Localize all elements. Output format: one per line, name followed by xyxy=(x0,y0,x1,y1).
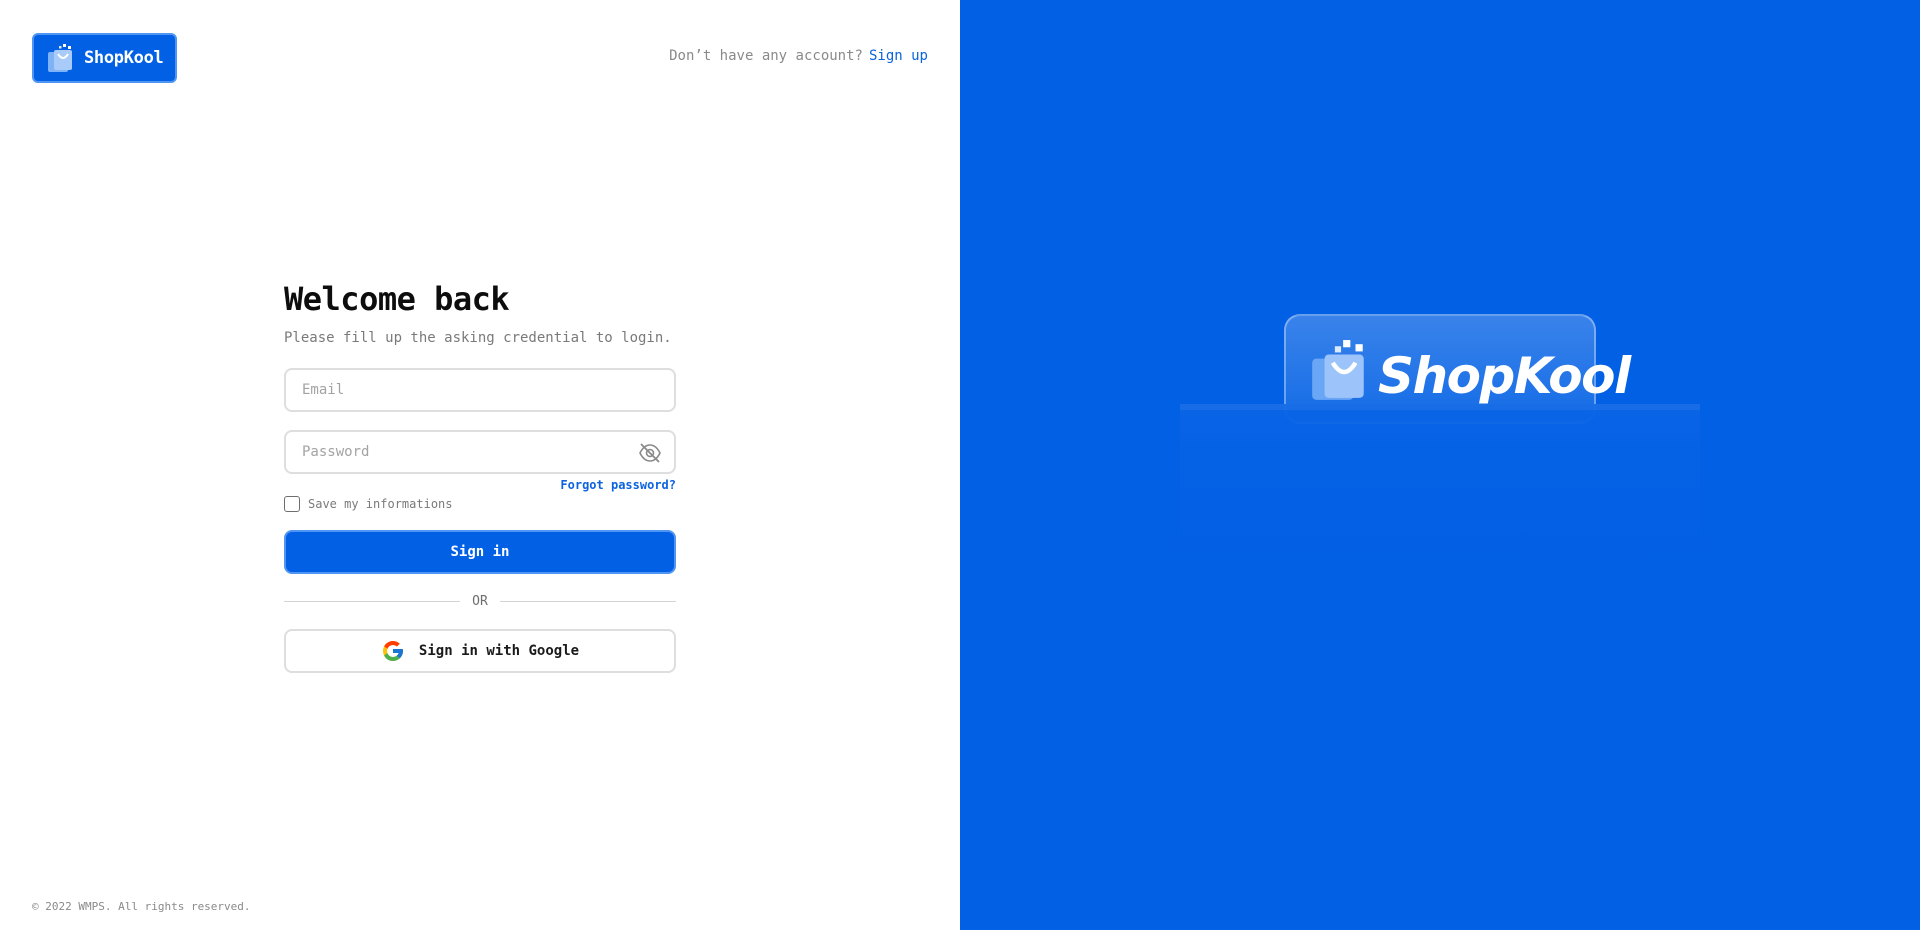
remember-label: Save my informations xyxy=(308,497,453,511)
hero-reflection-fade xyxy=(1180,404,1700,574)
hero-brand-name: ShopKool xyxy=(1378,347,1631,405)
hero-logo: ShopKool xyxy=(1306,338,1631,405)
divider-line-right xyxy=(499,601,676,602)
password-field[interactable] xyxy=(286,432,674,472)
eye-off-icon[interactable] xyxy=(638,442,662,464)
email-field[interactable] xyxy=(286,370,674,410)
password-field-wrapper xyxy=(284,430,676,474)
google-sign-in-label: Sign in with Google xyxy=(418,643,580,659)
divider-line-left xyxy=(284,601,461,602)
email-field-wrapper xyxy=(284,368,676,412)
brand-logo[interactable]: ShopKool xyxy=(32,33,177,83)
login-pane: ShopKool Don’t have any account? Sign up … xyxy=(0,0,960,930)
signup-prompt-text: Don’t have any account? xyxy=(669,48,863,64)
forgot-row: Forgot password? xyxy=(284,478,676,492)
page-subtitle: Please fill up the asking credential to … xyxy=(284,330,672,346)
signup-link[interactable]: Sign up xyxy=(869,48,928,64)
hero-reflection-edge xyxy=(1180,404,1700,410)
or-text: OR xyxy=(472,594,488,609)
remember-row: Save my informations xyxy=(284,496,676,512)
signup-prompt: Don’t have any account? Sign up xyxy=(669,48,928,64)
hero-pane: ShopKool xyxy=(960,0,1920,930)
remember-checkbox[interactable] xyxy=(284,496,300,512)
shopping-bag-icon xyxy=(48,44,72,72)
sign-in-button[interactable]: Sign in xyxy=(284,530,676,574)
google-icon xyxy=(382,641,403,661)
forgot-password-link[interactable]: Forgot password? xyxy=(560,478,676,492)
brand-name: ShopKool xyxy=(84,48,164,68)
page-title: Welcome back xyxy=(284,280,510,318)
google-sign-in-button[interactable]: Sign in with Google xyxy=(284,629,676,673)
login-page: ShopKool Don’t have any account? Sign up … xyxy=(0,0,1920,930)
copyright-text: © 2022 WMPS. All rights reserved. xyxy=(32,900,251,913)
login-form: Welcome back Please fill up the asking c… xyxy=(284,280,676,673)
or-divider: OR xyxy=(284,594,676,609)
shopping-bag-icon xyxy=(1312,340,1364,400)
